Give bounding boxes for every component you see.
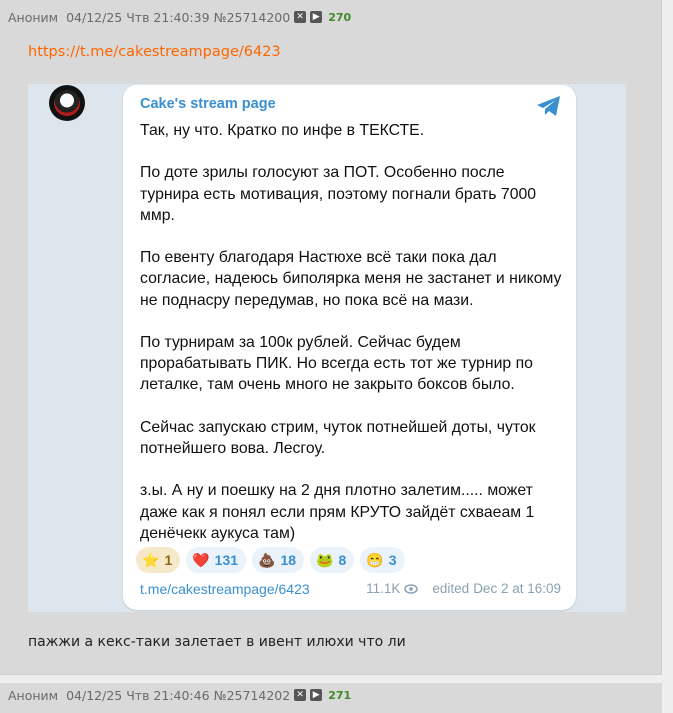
reaction-star[interactable]: ⭐ 1 bbox=[136, 547, 181, 573]
reply-count[interactable]: 271 bbox=[328, 689, 351, 702]
message-paragraph: Так, ну что. Кратко по инфе в ТЕКСТЕ. bbox=[140, 122, 425, 139]
reaction-frog[interactable]: 🐸 8 bbox=[310, 547, 355, 573]
post-number[interactable]: №25714200 bbox=[214, 10, 291, 25]
heart-icon: ❤️ bbox=[192, 551, 210, 568]
reaction-heart[interactable]: ❤️ 131 bbox=[186, 547, 247, 573]
reaction-grin[interactable]: 😁 3 bbox=[360, 547, 405, 573]
reaction-count: 8 bbox=[338, 552, 347, 568]
play-icon[interactable]: ▶ bbox=[310, 11, 323, 23]
message-paragraph: По доте зрилы голосуют за ПОТ. Особенно … bbox=[140, 164, 537, 224]
reaction-count: 3 bbox=[388, 552, 397, 568]
frog-icon: 🐸 bbox=[316, 551, 334, 568]
message-paragraph: з.ы. А ну и поешку на 2 дня плотно залет… bbox=[140, 482, 535, 542]
post-date: 04/12/25 Чтв 21:40:46 bbox=[66, 687, 210, 703]
grin-icon: 😁 bbox=[366, 551, 384, 568]
reactions-bar: ⭐ 1 ❤️ 131 💩 18 🐸 8 😁 3 bbox=[136, 547, 405, 573]
message-meta: 11.1K edited Dec 2 at 16:09 bbox=[366, 581, 561, 596]
view-count: 11.1K bbox=[366, 581, 401, 596]
post-header: Аноним 04/12/25 Чтв 21:40:46 №25714202 ✕… bbox=[0, 683, 670, 707]
message-paragraph: По евенту благодаря Настюхе всё таки пок… bbox=[140, 249, 562, 309]
lion-logo-icon bbox=[54, 90, 80, 116]
reaction-count: 131 bbox=[214, 552, 239, 568]
reaction-count: 18 bbox=[280, 552, 297, 568]
post-date: 04/12/25 Чтв 21:40:39 bbox=[66, 9, 210, 25]
message-paragraph: Сейчас запускаю стрим, чуток потнейшей д… bbox=[140, 418, 536, 457]
post: Аноним 04/12/25 Чтв 21:40:39 №25714200 ✕… bbox=[0, 0, 662, 675]
hide-post-icon[interactable]: ✕ bbox=[294, 11, 307, 23]
message-link[interactable]: t.me/cakestreampage/6423 bbox=[140, 581, 310, 597]
reaction-count: 1 bbox=[164, 552, 173, 568]
message-paragraph: По турнирам за 100к рублей. Сейчас будем… bbox=[140, 333, 533, 394]
reaction-poop[interactable]: 💩 18 bbox=[252, 547, 305, 573]
telegram-icon[interactable] bbox=[536, 95, 562, 117]
post-author: Аноним bbox=[8, 687, 59, 703]
play-icon[interactable]: ▶ bbox=[310, 689, 323, 701]
message-time: Dec 2 at 16:09 bbox=[473, 581, 561, 596]
channel-avatar[interactable] bbox=[49, 85, 85, 121]
hide-post-icon[interactable]: ✕ bbox=[294, 689, 307, 701]
reply-count[interactable]: 270 bbox=[328, 11, 351, 24]
star-icon: ⭐ bbox=[142, 551, 160, 568]
post-link[interactable]: https://t.me/cakestreampage/6423 bbox=[28, 44, 281, 60]
post-author: Аноним bbox=[8, 9, 59, 25]
poop-icon: 💩 bbox=[258, 551, 276, 568]
message-text: Так, ну что. Кратко по инфе в ТЕКСТЕ. По… bbox=[140, 120, 565, 544]
eye-icon bbox=[404, 583, 419, 594]
edited-label: edited bbox=[432, 581, 470, 596]
next-post: Аноним 04/12/25 Чтв 21:40:46 №25714202 ✕… bbox=[0, 683, 662, 713]
telegram-message-bubble: Cake's stream page Так, ну что. Кратко п… bbox=[123, 85, 576, 610]
post-comment: пажжи а кекс-таки залетает в ивент илюхи… bbox=[28, 634, 406, 650]
post-header: Аноним 04/12/25 Чтв 21:40:39 №25714200 ✕… bbox=[0, 0, 669, 34]
post-number[interactable]: №25714202 bbox=[214, 688, 291, 703]
channel-name[interactable]: Cake's stream page bbox=[140, 96, 276, 112]
